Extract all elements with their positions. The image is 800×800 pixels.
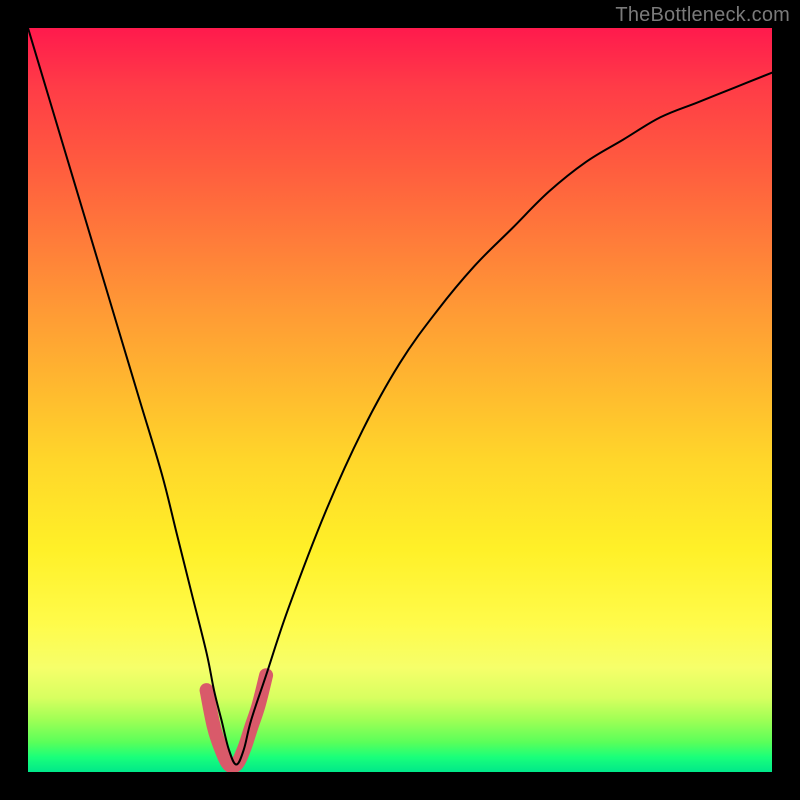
curve-layer [28,28,772,772]
bottleneck-curve [28,28,772,765]
watermark-text: TheBottleneck.com [615,4,790,27]
plot-area [28,28,772,772]
chart-frame: TheBottleneck.com [0,0,800,800]
